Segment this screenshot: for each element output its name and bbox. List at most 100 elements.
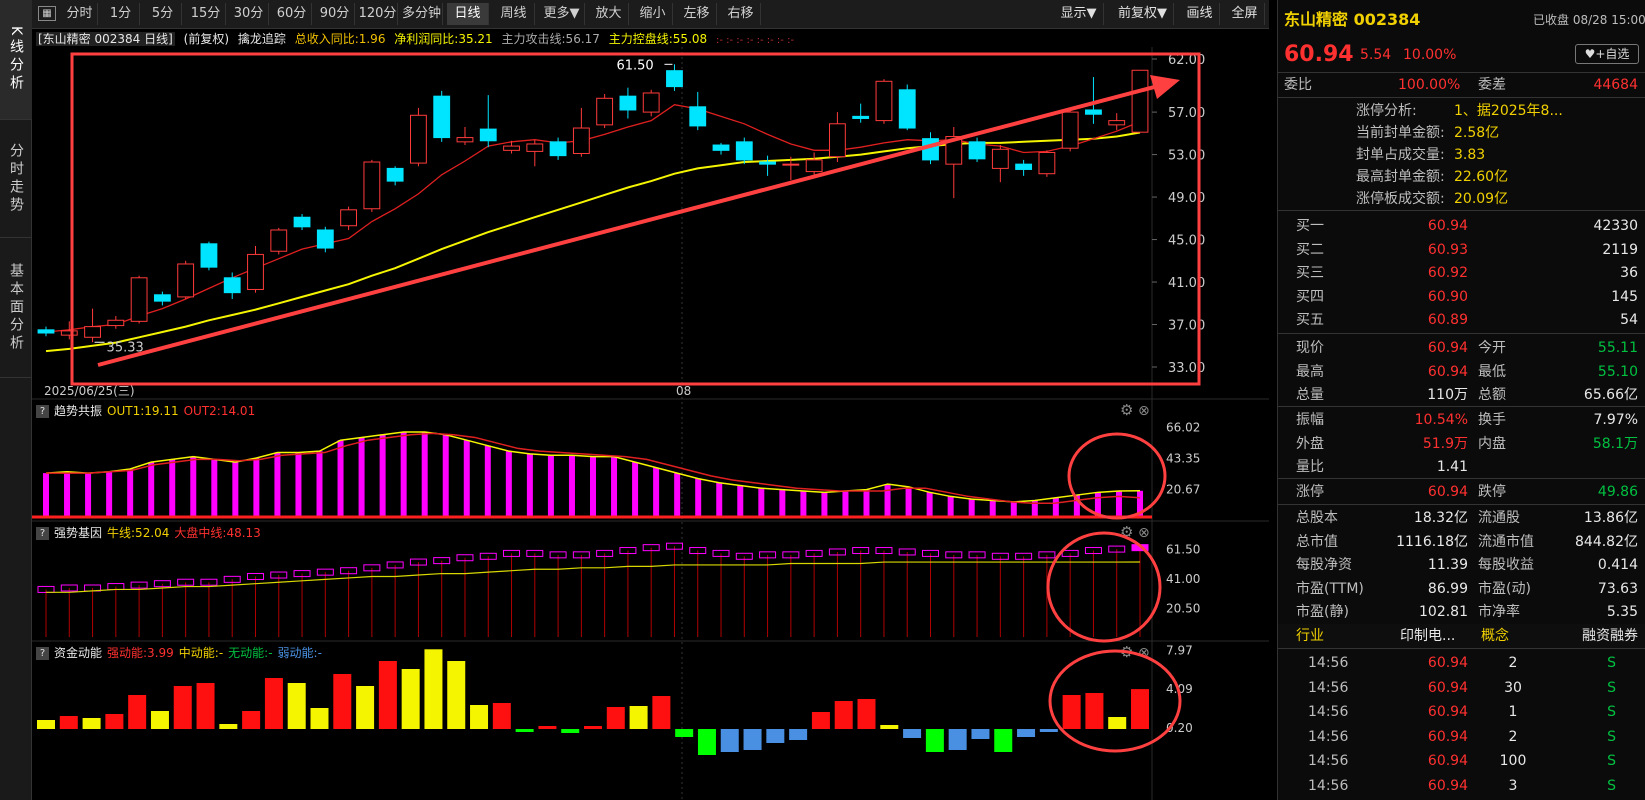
bid-level: 买三 — [1296, 265, 1324, 281]
tab-intraday[interactable]: 分时走势 — [0, 120, 32, 238]
grid-icon[interactable]: ▦ — [38, 6, 56, 21]
tick-side: S — [1607, 679, 1616, 696]
period-more-dropdown[interactable]: 更多▼ — [539, 3, 585, 25]
candle-body — [200, 243, 218, 268]
draw-line-button[interactable]: 画线 — [1180, 3, 1220, 25]
concept-label[interactable]: 概念 — [1481, 624, 1509, 648]
move-right-button[interactable]: 右移 — [721, 3, 761, 25]
display-dropdown[interactable]: 显示▼ — [1054, 3, 1104, 25]
stat-value: 10.54% — [1414, 412, 1468, 428]
trend-bar — [842, 490, 849, 517]
move-left-button[interactable]: 左移 — [677, 3, 717, 25]
fullscreen-button[interactable]: 全屏 — [1225, 3, 1265, 25]
tick-price: 60.94 — [1427, 704, 1468, 720]
tick-row: 14:56 60.94 100 S — [1278, 749, 1645, 773]
trend-panel-name: 趋势共振 — [54, 404, 103, 418]
money-bar — [447, 661, 466, 729]
bid-volume: 54 — [1620, 312, 1638, 328]
money-bar — [675, 729, 694, 737]
limit-info-label: 涨停分析: — [1356, 103, 1417, 119]
trend-bar — [484, 445, 491, 517]
tick-volume: 30 — [1504, 679, 1522, 696]
period-15min[interactable]: 15分 — [186, 3, 226, 25]
metric-control-line: 主力控盘线:55.08 — [608, 32, 708, 46]
stat-label: 市净率 — [1478, 604, 1520, 620]
zoom-out-button[interactable]: 缩小 — [633, 3, 673, 25]
industry-value[interactable]: 印制电... — [1400, 624, 1455, 648]
money-bar — [242, 711, 261, 729]
help-icon[interactable]: ? — [36, 527, 49, 540]
candle-body — [875, 80, 893, 122]
stat-label: 内盘 — [1478, 435, 1506, 452]
period-weekly[interactable]: 周线 — [493, 3, 535, 25]
period-120min[interactable]: 120分 — [358, 3, 398, 25]
metric-attack-line: 主力攻击线:56.17 — [501, 32, 600, 46]
period-60min[interactable]: 60分 — [272, 3, 312, 25]
stat-label: 振幅 — [1296, 412, 1324, 428]
stat-label: 外盘 — [1296, 435, 1324, 452]
candle-body — [386, 167, 404, 182]
period-1min[interactable]: 1分 — [102, 3, 140, 25]
money-bar — [492, 703, 511, 729]
money-bar — [470, 705, 489, 729]
bid-row: 买一 60.94 42330 — [1278, 214, 1645, 238]
tick-time: 14:56 — [1308, 655, 1349, 671]
candle-body — [479, 128, 497, 142]
trend-bar — [316, 451, 323, 517]
candle-body — [410, 114, 427, 164]
bid-level: 买二 — [1296, 241, 1324, 258]
money-bar — [128, 695, 147, 729]
period-multi-min[interactable]: 多分钟 — [401, 3, 443, 25]
bid-level: 买一 — [1296, 218, 1324, 234]
price-change: 5.54 — [1360, 47, 1392, 63]
bid-volume: 42330 — [1593, 218, 1638, 234]
stat-value: 65.66亿 — [1583, 387, 1638, 403]
indicator-dots: :- :- :- :- :- :- :- :- — [715, 35, 795, 46]
stat-value: 58.1万 — [1592, 435, 1638, 452]
trend-y-tick: 43.35 — [1166, 452, 1200, 466]
candle-body — [433, 95, 451, 139]
help-icon[interactable]: ? — [36, 405, 49, 418]
stock-name-code: 东山精密 002384 — [1284, 10, 1421, 29]
annotation-circle — [1046, 531, 1162, 643]
candle-body — [782, 163, 800, 166]
limit-info-label: 涨停板成交额: — [1356, 191, 1445, 207]
period-90min[interactable]: 90分 — [315, 3, 355, 25]
zoom-in-button[interactable]: 放大 — [589, 3, 629, 25]
help-icon[interactable]: ? — [36, 647, 49, 660]
trend-bar — [716, 482, 723, 517]
trend-bar — [463, 440, 470, 517]
period-30min[interactable]: 30分 — [229, 3, 269, 25]
trend-panel-title: ? 趋势共振 OUT1:19.11 OUT2:14.01 — [36, 403, 260, 419]
trend-bar — [358, 437, 365, 517]
margin-trading-label[interactable]: 融资融券 — [1582, 624, 1638, 648]
stat-row: 总市值 1116.18亿 流通市值 844.82亿 — [1278, 530, 1645, 554]
candle-body — [153, 294, 171, 302]
money-bar — [834, 701, 853, 729]
trend-y-tick: 66.02 — [1166, 420, 1200, 434]
tab-kline-analysis[interactable]: K线分析 — [0, 0, 32, 120]
trend-bar — [421, 431, 428, 517]
period-fenshi[interactable]: 分时 — [62, 3, 98, 25]
add-favorite-button[interactable]: ♥+自选 — [1575, 44, 1639, 64]
money-weak: 弱动能:- — [277, 646, 322, 660]
limit-info-row: 涨停板成交额: 20.09亿 — [1278, 187, 1645, 211]
stat-label: 总股本 — [1296, 510, 1338, 526]
period-5min[interactable]: 5分 — [144, 3, 182, 25]
limit-info-row: 当前封单金额: 2.58亿 — [1278, 121, 1645, 145]
stat-label: 流通股 — [1478, 510, 1520, 526]
adjust-dropdown[interactable]: 前复权▼ — [1112, 3, 1174, 25]
bid-row: 买四 60.90 145 — [1278, 285, 1645, 309]
money-bar — [173, 686, 192, 729]
candle-body — [991, 148, 1009, 169]
stat-row: 现价 60.94 今开 55.11 — [1278, 336, 1645, 360]
stat-label: 市盈(TTM) — [1296, 580, 1364, 597]
tab-fundamentals[interactable]: 基本面分析 — [0, 238, 32, 378]
period-daily[interactable]: 日线 — [447, 3, 489, 25]
stat-label: 每股收益 — [1478, 557, 1534, 573]
money-bar — [789, 729, 808, 740]
stat-label: 市盈(动) — [1478, 580, 1531, 597]
candle-body — [759, 161, 776, 165]
candle-body — [898, 89, 916, 129]
date-mid-label: 08 — [676, 384, 691, 398]
